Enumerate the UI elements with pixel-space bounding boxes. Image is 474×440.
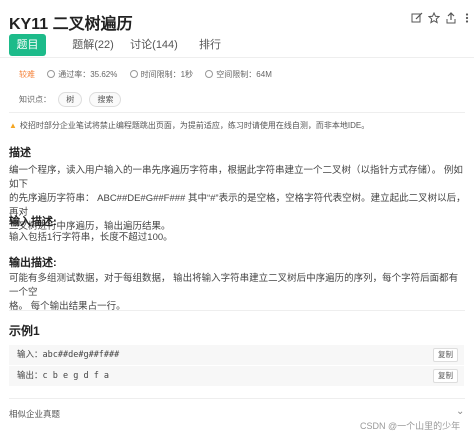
example-input-value: abc##de#g##f### [42, 350, 120, 360]
copy-input-button[interactable]: 复制 [433, 348, 458, 362]
problem-meta: 较难 通过率：35.62% 时间限制：1秒 空间限制：64M [19, 69, 282, 81]
example-input-label: 输入： [17, 350, 43, 360]
watermark: CSDN @一个山里的少年 [360, 421, 461, 431]
description-line: 编一个程序，读入用户输入的一串先序遍历字符串，根据此字符串建立一个二叉树（以指针… [9, 165, 463, 190]
page-title: KY11 二叉树遍历 [9, 16, 133, 33]
warning-icon: ▲ [9, 121, 17, 130]
tab-bar: 题目 题解(22) 讨论(144) 排行 [0, 34, 474, 58]
chevron-down-icon[interactable]: ⌄ [456, 406, 464, 417]
tag-search[interactable]: 搜索 [89, 92, 122, 107]
tab-solutions[interactable]: 题解(22) [70, 34, 116, 56]
more-icon[interactable] [460, 12, 474, 26]
difficulty-badge: 较难 [19, 70, 35, 79]
space-limit: 空间限制：64M [205, 69, 272, 80]
output-desc-heading: 输出描述: [9, 257, 57, 269]
input-desc-text: 输入包括1行字符串，长度不超过100。 [9, 232, 173, 243]
tab-problem[interactable]: 题目 [9, 34, 46, 56]
output-desc-line: 可能有多组测试数据，对于每组数据， 输出将输入字符串建立二叉树后中序遍历的序列，… [9, 273, 459, 298]
example-output-value: c b e g d f a [42, 371, 110, 381]
tag-tree[interactable]: 树 [58, 92, 83, 107]
example-input-box: 输入：abc##de#g##f### 复制 [9, 345, 464, 365]
notice-text: 校招时部分企业笔试将禁止编程题跳出页面，为提前适应，练习时请使用在线自测，而非本… [19, 121, 370, 130]
pass-rate: 通过率：35.62% [47, 69, 117, 80]
memory-icon [205, 70, 214, 78]
tab-discussion[interactable]: 讨论(144) [130, 34, 178, 56]
related-questions-link[interactable]: 相似企业真题 [9, 408, 60, 420]
pass-rate-icon [47, 70, 56, 78]
knowledge-label: 知识点： [19, 95, 51, 104]
header: KY11 二叉树遍历 [0, 0, 474, 36]
divider [9, 112, 465, 113]
clock-icon [129, 70, 138, 78]
edit-icon[interactable] [410, 12, 424, 26]
output-desc-line: 格。 每个输出结果占一行。 [9, 301, 126, 312]
example-output-box: 输出：c b e g d f a 复制 [9, 366, 464, 386]
share-icon[interactable] [444, 12, 458, 26]
divider [9, 398, 465, 399]
knowledge-points: 知识点： 树 搜索 [19, 92, 122, 107]
example-title: 示例1 [9, 324, 40, 338]
input-desc-heading: 输入描述: [9, 216, 57, 228]
divider [9, 310, 465, 311]
description-line: 的先序遍历字符串： ABC##DE#G##F### 其中“#”表示的是空格，空格… [9, 193, 466, 218]
description-text: 编一个程序，读入用户输入的一串先序遍历字符串，根据此字符串建立一个二叉树（以指针… [9, 164, 467, 234]
output-desc-text: 可能有多组测试数据，对于每组数据， 输出将输入字符串建立二叉树后中序遍历的序列，… [9, 272, 467, 314]
copy-output-button[interactable]: 复制 [433, 369, 458, 383]
description-heading: 描述 [9, 147, 31, 159]
example-output-label: 输出： [17, 371, 43, 381]
time-limit: 时间限制：1秒 [129, 69, 193, 80]
tab-ranking[interactable]: 排行 [196, 34, 224, 56]
notice-banner: ▲ 校招时部分企业笔试将禁止编程题跳出页面，为提前适应，练习时请使用在线自测，而非… [9, 120, 369, 131]
star-icon[interactable] [427, 11, 441, 26]
